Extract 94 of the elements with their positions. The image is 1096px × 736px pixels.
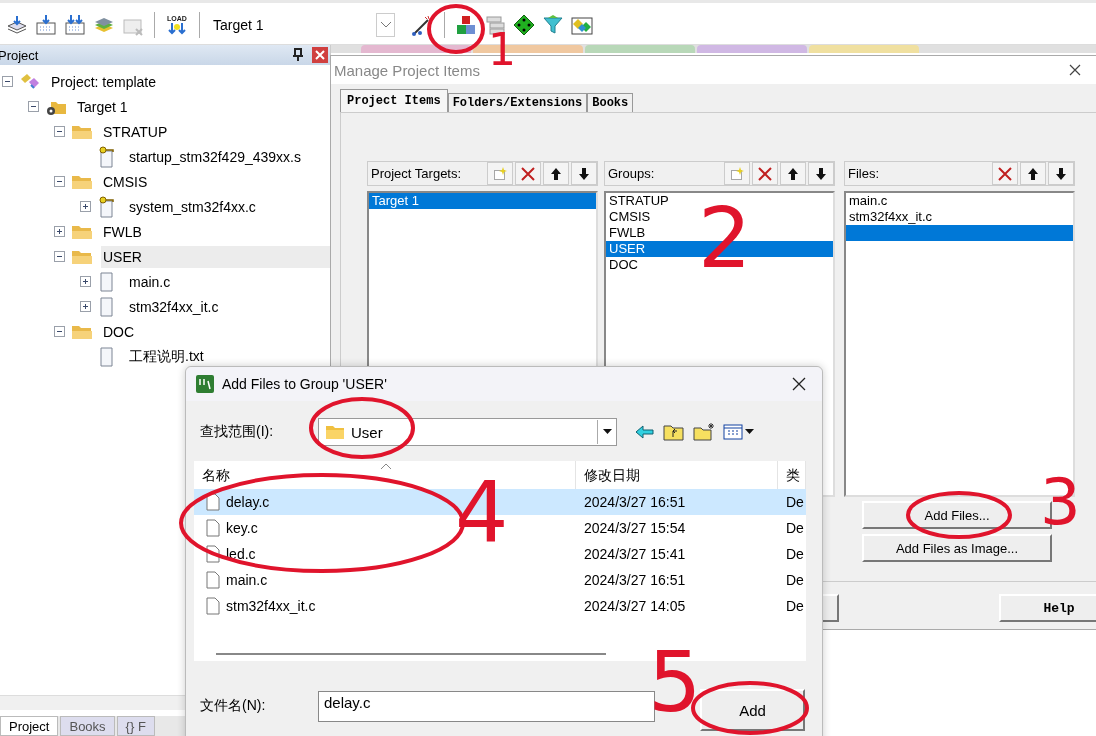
file-icon (206, 519, 220, 537)
file-date: 2024/3/27 15:41 (583, 546, 687, 562)
tree-item[interactable]: system_stm32f4xx.c (127, 195, 258, 218)
file-type: De (785, 598, 805, 614)
file-name: stm32f4xx_it.c (226, 598, 316, 614)
file-icon (206, 493, 220, 511)
tree-item[interactable]: main.c (127, 270, 173, 293)
look-in-select[interactable]: User (318, 418, 617, 446)
back-arrow-icon[interactable] (635, 424, 655, 440)
filename-label: 文件名(N): (199, 697, 267, 715)
up-folder-icon[interactable] (663, 423, 685, 441)
app-icon (196, 375, 214, 393)
file-row[interactable]: stm32f4xx_it.c 2024/3/27 14:05 De (194, 593, 806, 619)
tree-item[interactable]: STRATUP (101, 120, 170, 143)
target-select[interactable]: Target 1 (210, 10, 395, 39)
close-icon[interactable] (1069, 64, 1081, 76)
tree-item[interactable]: stm32f4xx_it.c (127, 295, 221, 318)
file-icon (206, 597, 220, 615)
file-icon (206, 571, 220, 589)
arrow-up-icon[interactable] (1020, 162, 1046, 185)
tree-item[interactable]: startup_stm32f429_439xx.s (127, 145, 303, 168)
download-grid-icon[interactable] (35, 13, 57, 36)
dialog-title: Manage Project Items (334, 61, 481, 79)
collapse-icon[interactable] (54, 176, 65, 187)
folder-icon (325, 424, 345, 440)
file-row[interactable]: main.c 2024/3/27 16:51 De (194, 567, 806, 593)
arrow-down-icon[interactable] (1048, 162, 1074, 185)
expand-icon[interactable] (80, 301, 91, 312)
panel-tab[interactable]: Project (0, 716, 59, 736)
close-icon[interactable] (792, 377, 806, 391)
tree-item[interactable]: DOC (101, 320, 137, 343)
tree-item[interactable]: Target 1 (75, 95, 130, 118)
pin-icon[interactable] (292, 48, 304, 62)
file-date: 2024/3/27 16:51 (583, 572, 687, 588)
list-label: Files: (847, 166, 880, 181)
dropdown-arrow-icon[interactable] (602, 429, 612, 435)
collapse-icon[interactable] (28, 101, 39, 112)
file-date: 2024/3/27 16:51 (583, 494, 687, 510)
blocks-icon[interactable] (455, 13, 477, 36)
file-type: De (785, 494, 805, 510)
panel-tab[interactable]: {} F (116, 716, 155, 736)
expand-icon[interactable] (80, 201, 91, 212)
tree-item[interactable]: 工程说明.txt (127, 344, 206, 369)
list-label: Groups: (607, 166, 655, 181)
annotation-circle (427, 4, 485, 54)
delete-icon[interactable] (515, 162, 541, 185)
annotation-number: 1 (488, 28, 516, 72)
list-item[interactable]: Target 1 (369, 193, 596, 209)
sort-caret-icon (380, 463, 392, 469)
add-button[interactable]: Add (700, 689, 805, 731)
funnel-icon[interactable] (542, 13, 564, 36)
arrow-up-icon[interactable] (543, 162, 569, 185)
download-grid-icon[interactable] (64, 13, 86, 36)
file-name: delay.c (226, 494, 270, 510)
list-item[interactable]: main.c (846, 193, 1073, 209)
add-files-button[interactable]: Add Files as Image... (862, 534, 1052, 562)
file-name: key.c (226, 520, 258, 536)
list-label: Project Targets: (370, 166, 462, 181)
dialog-title: Add Files to Group 'USER' (222, 376, 388, 392)
help-button[interactable]: Help (999, 594, 1096, 622)
view-menu-icon[interactable] (723, 423, 755, 441)
tree-item[interactable]: Project: template (49, 70, 159, 93)
layers-icon[interactable] (6, 13, 28, 36)
arrow-down-icon[interactable] (808, 162, 834, 185)
file-type: De (785, 572, 805, 588)
file-date: 2024/3/27 14:05 (583, 598, 687, 614)
file-date: 2024/3/27 15:54 (583, 520, 687, 536)
dialog-tab[interactable]: Books (587, 93, 634, 112)
filename-field[interactable]: delay.c (318, 690, 655, 722)
expand-icon[interactable] (80, 276, 91, 287)
collapse-icon[interactable] (54, 326, 65, 337)
new-folder-icon[interactable] (693, 423, 715, 441)
collapse-icon[interactable] (54, 126, 65, 137)
file-tab[interactable] (361, 45, 471, 53)
collapse-icon[interactable] (54, 251, 65, 262)
project-icon (19, 72, 41, 91)
diamond-icon[interactable] (513, 13, 535, 36)
file-type: De (785, 546, 805, 562)
dialog-tab[interactable]: Folders/Extensions (447, 93, 588, 112)
look-in-label: 查找范围(I): (199, 423, 275, 441)
dialog-tab[interactable]: Project Items (340, 89, 448, 112)
file-name: led.c (226, 546, 256, 562)
tree-item[interactable]: FWLB (101, 220, 144, 243)
arrow-down-icon[interactable] (571, 162, 597, 185)
delete-icon[interactable] (992, 162, 1018, 185)
file-type: De (785, 520, 805, 536)
file-name: main.c (226, 572, 268, 588)
tree-item[interactable]: CMSIS (101, 170, 150, 193)
collapse-icon[interactable] (2, 76, 13, 87)
panel-tab[interactable]: Books (60, 716, 115, 736)
delete-icon[interactable] (752, 162, 778, 185)
arrow-up-icon[interactable] (780, 162, 806, 185)
list-item[interactable]: stm32f4xx_it.c (846, 209, 1073, 225)
expand-icon[interactable] (54, 226, 65, 237)
